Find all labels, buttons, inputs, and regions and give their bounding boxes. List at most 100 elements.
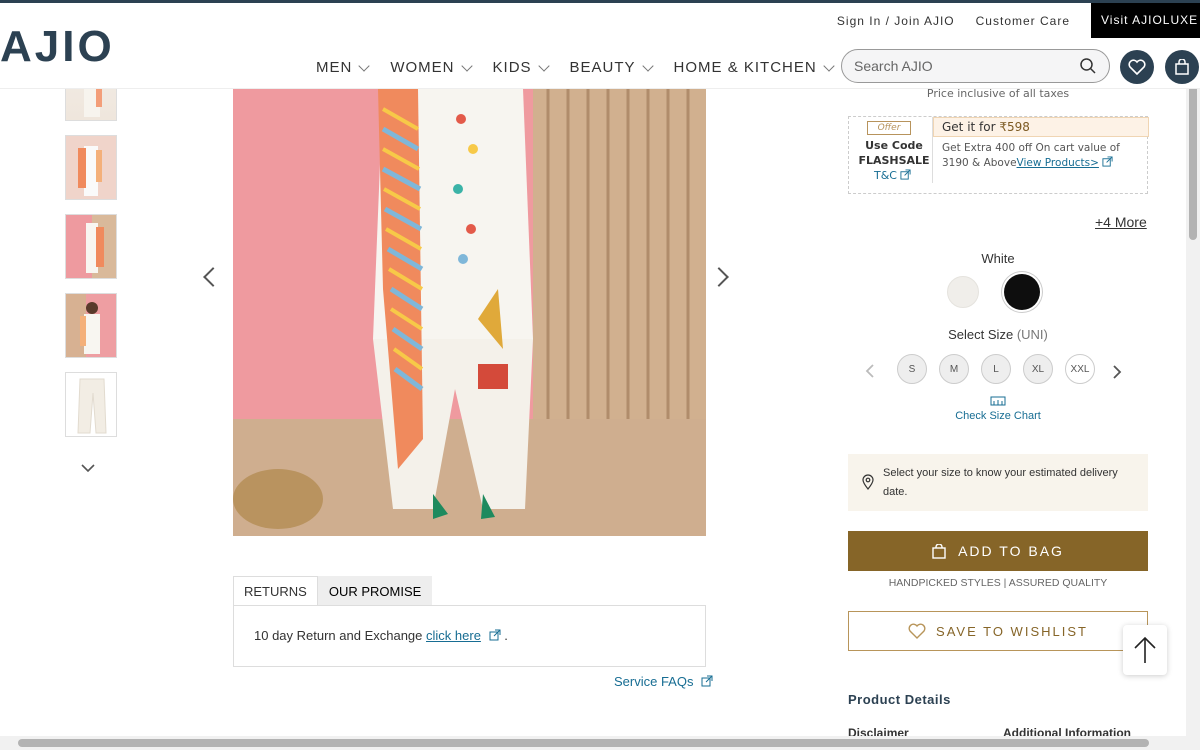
- thumbnail-image: [66, 215, 116, 278]
- returns-text: 10 day Return and Exchange: [254, 628, 427, 643]
- offer-code-block: Offer Use Code FLASHSALE T&C: [849, 117, 932, 195]
- ajio-logo[interactable]: AJIO: [0, 25, 115, 69]
- offer-price-banner: Get it for ₹598: [933, 117, 1149, 137]
- next-image-arrow[interactable]: [709, 267, 729, 287]
- size-option-m[interactable]: M: [939, 354, 969, 384]
- tab-returns[interactable]: RETURNS: [233, 576, 318, 606]
- sign-in-link[interactable]: Sign In / Join AJIO: [837, 14, 955, 28]
- thumbnail-4[interactable]: [65, 293, 117, 358]
- search-icon[interactable]: [1079, 57, 1097, 75]
- nav-label: WOMEN: [390, 59, 455, 76]
- selected-color-name: White: [981, 251, 1015, 266]
- thumbnail-strip: [65, 56, 117, 451]
- info-tabs: RETURNS OUR PROMISE: [233, 576, 433, 606]
- search-placeholder: Search AJIO: [854, 58, 933, 74]
- offer-description: Get Extra 400 off On cart value of 3190 …: [942, 141, 1142, 171]
- save-to-wishlist-label: SAVE TO WISHLIST: [936, 623, 1088, 639]
- ruler-icon: [990, 396, 1006, 406]
- site-header: AJIO Sign In / Join AJIO Customer Care V…: [0, 3, 1200, 89]
- vertical-scrollbar[interactable]: [1186, 3, 1200, 736]
- wishlist-header-button[interactable]: [1120, 50, 1154, 84]
- coupon-code: FLASHSALE: [858, 154, 930, 167]
- size-chart-link[interactable]: Check Size Chart: [848, 396, 1148, 422]
- nav-label: BEAUTY: [569, 59, 636, 76]
- thumbnail-image: [66, 136, 116, 199]
- size-option-xxl[interactable]: XXL: [1065, 354, 1095, 384]
- view-products-link[interactable]: View Products>: [1017, 157, 1099, 169]
- use-code-label: Use Code: [865, 139, 923, 152]
- chevron-down-icon[interactable]: [80, 460, 96, 476]
- nav-item-kids[interactable]: KIDS: [492, 59, 550, 76]
- chevron-down-icon: [823, 60, 835, 72]
- nav-label: HOME & KITCHEN: [673, 59, 817, 76]
- size-option-s[interactable]: S: [897, 354, 927, 384]
- size-unit: (UNI): [1016, 327, 1048, 342]
- size-label-text: Select Size: [948, 327, 1014, 342]
- utility-bar: Sign In / Join AJIO Customer Care Visit …: [837, 3, 1200, 38]
- cart-button[interactable]: [1165, 50, 1199, 84]
- size-next-arrow[interactable]: [1111, 364, 1123, 380]
- offer-card: Offer Use Code FLASHSALE T&C Get it for …: [848, 116, 1149, 195]
- arrow-up-icon: [1134, 636, 1156, 663]
- shopping-bag-icon: [932, 543, 946, 559]
- prev-image-arrow[interactable]: [203, 267, 223, 287]
- nav-item-men[interactable]: MEN: [316, 59, 371, 76]
- color-swatch-white[interactable]: [947, 276, 979, 308]
- product-main-image[interactable]: [233, 89, 706, 536]
- thumbnail-image: [66, 294, 116, 357]
- nav-item-women[interactable]: WOMEN: [390, 59, 473, 76]
- heart-icon: [1128, 59, 1146, 75]
- external-link-icon: [900, 169, 912, 180]
- handpicked-note: HANDPICKED STYLES | ASSURED QUALITY: [888, 577, 1108, 589]
- select-size-label: Select Size (UNI): [848, 327, 1148, 342]
- more-offers-link[interactable]: +4 More: [1095, 214, 1147, 230]
- terms-link[interactable]: T&C: [874, 169, 912, 182]
- horizontal-scroll-thumb[interactable]: [18, 739, 1149, 747]
- service-faqs-label: Service FAQs: [614, 674, 694, 689]
- product-details-heading: Product Details: [848, 692, 951, 707]
- search-input[interactable]: Search AJIO: [841, 49, 1110, 83]
- size-options: S M L XL XXL: [897, 354, 1107, 384]
- returns-click-here-link[interactable]: click here: [426, 628, 481, 643]
- nav-label: KIDS: [492, 59, 532, 76]
- thumbnail-image: [77, 378, 107, 434]
- customer-care-link[interactable]: Customer Care: [976, 14, 1070, 28]
- scroll-to-top-button[interactable]: [1123, 625, 1167, 675]
- color-swatch-black[interactable]: [1004, 274, 1040, 310]
- offer-price: ₹598: [999, 120, 1030, 134]
- delivery-estimate-box: Select your size to know your estimated …: [848, 454, 1148, 511]
- thumbnail-5[interactable]: [65, 372, 117, 437]
- product-photo: [233, 89, 706, 536]
- external-link-icon: [701, 675, 713, 687]
- thumbnail-3[interactable]: [65, 214, 117, 279]
- external-link-icon: [1102, 156, 1113, 167]
- shopping-bag-icon: [1175, 59, 1189, 75]
- delivery-text: Select your size to know your estimated …: [883, 467, 1118, 498]
- nav-label: MEN: [316, 59, 353, 76]
- external-link-icon: [489, 629, 501, 641]
- save-to-wishlist-button[interactable]: SAVE TO WISHLIST: [848, 611, 1148, 651]
- thumbnail-2[interactable]: [65, 135, 117, 200]
- ajioluxe-link[interactable]: Visit AJIOLUXE: [1091, 3, 1200, 38]
- offer-tag: Offer: [867, 121, 911, 135]
- chevron-down-icon: [460, 60, 473, 72]
- heart-icon: [908, 623, 926, 639]
- chevron-down-icon: [358, 60, 371, 72]
- returns-text-end: .: [504, 628, 508, 643]
- nav-item-home-kitchen[interactable]: HOME & KITCHEN: [673, 59, 835, 76]
- nav-item-beauty[interactable]: BEAUTY: [569, 59, 654, 76]
- tab-our-promise[interactable]: OUR PROMISE: [317, 576, 433, 606]
- size-option-xl[interactable]: XL: [1023, 354, 1053, 384]
- add-to-bag-label: ADD TO BAG: [958, 543, 1064, 559]
- main-nav: MEN WOMEN KIDS BEAUTY HOME & KITCHEN: [316, 59, 855, 76]
- get-it-for-label: Get it for: [942, 120, 1000, 134]
- add-to-bag-button[interactable]: ADD TO BAG: [848, 531, 1148, 571]
- returns-panel: 10 day Return and Exchange click here .: [233, 605, 706, 667]
- location-pin-icon: [862, 474, 874, 490]
- size-prev-arrow[interactable]: [864, 363, 876, 379]
- horizontal-scrollbar[interactable]: [0, 736, 1200, 750]
- service-faqs-link[interactable]: Service FAQs: [614, 674, 713, 689]
- chevron-down-icon: [537, 60, 550, 72]
- terms-label: T&C: [874, 169, 897, 182]
- size-option-l[interactable]: L: [981, 354, 1011, 384]
